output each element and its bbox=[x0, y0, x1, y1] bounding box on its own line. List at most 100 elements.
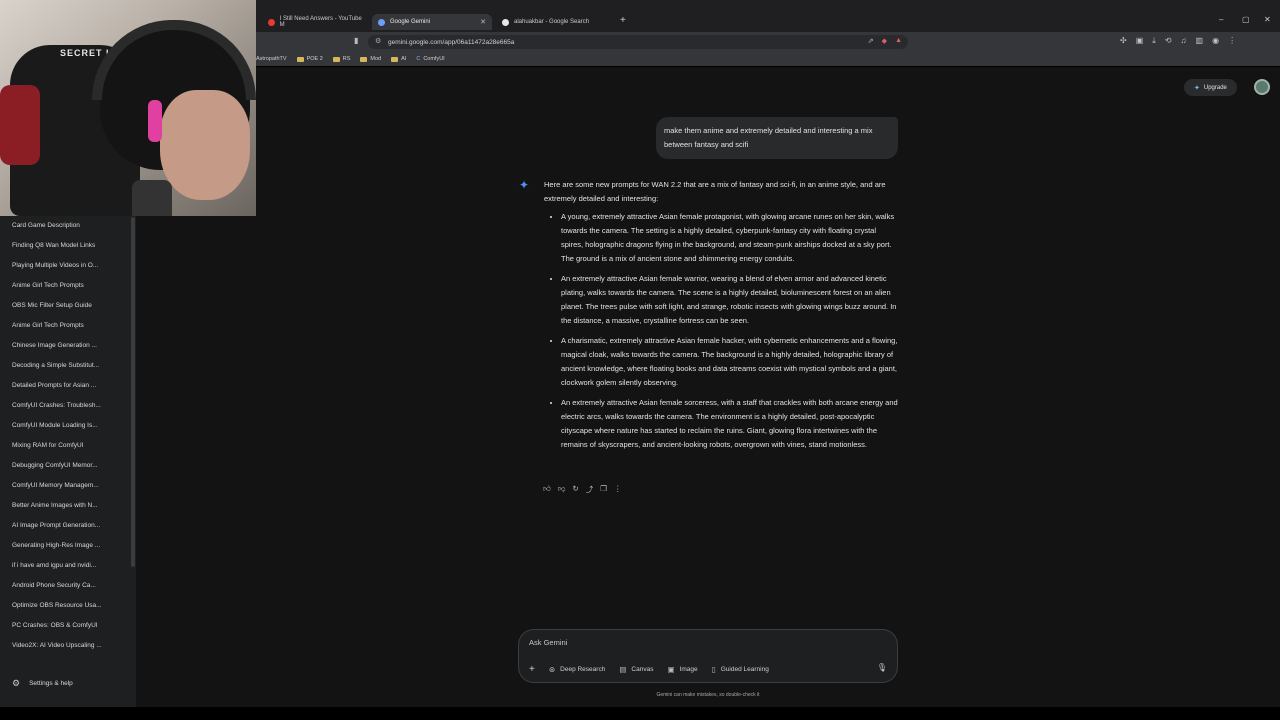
recent-chat-item[interactable]: Generating High-Res Image ... bbox=[12, 542, 102, 562]
gear-icon: ⚙ bbox=[12, 678, 21, 688]
sidebar-scrollbar[interactable] bbox=[131, 217, 135, 567]
media-icon[interactable]: ♫ bbox=[1181, 36, 1187, 46]
screenshot-icon[interactable]: ▣ bbox=[1136, 36, 1144, 46]
response-item: A charismatic, extremely attractive Asia… bbox=[561, 334, 900, 390]
recent-chat-item[interactable]: Decoding a Simple Substitut... bbox=[12, 362, 102, 382]
bookmark-comfyui[interactable]: C ComfyUI bbox=[416, 56, 444, 62]
bookmark-label: RS bbox=[342, 56, 351, 62]
bookmark-mod[interactable]: Mod bbox=[360, 56, 381, 62]
composer-tools: + ⊛ Deep Research ▤ Canvas ▣ Image ▯ Gui… bbox=[529, 664, 769, 675]
tab-youtube[interactable]: I Still Need Answers - YouTube M bbox=[262, 14, 370, 30]
alert-icon[interactable]: ▲ bbox=[895, 37, 902, 45]
recent-chat-item[interactable]: Mixing RAM for ComfyUI bbox=[12, 442, 102, 462]
recent-chat-item[interactable]: Video2X: AI Video Upscaling ... bbox=[12, 642, 102, 662]
bookmark-rs[interactable]: RS bbox=[332, 56, 351, 62]
recent-chat-item[interactable]: Debugging ComfyUI Memor... bbox=[12, 462, 102, 482]
settings-label: Settings & help bbox=[29, 680, 73, 687]
recent-chat-item[interactable]: Android Phone Security Ca... bbox=[12, 582, 102, 602]
prompt-composer: + ⊛ Deep Research ▤ Canvas ▣ Image ▯ Gui… bbox=[518, 629, 898, 683]
recent-chats-list: Card Game Description Finding Q8 Wan Mod… bbox=[12, 222, 102, 662]
gemini-icon bbox=[378, 18, 385, 26]
thumbs-down-icon[interactable]: 👎︎ bbox=[558, 484, 566, 495]
download-icon[interactable]: ⤓ bbox=[1152, 36, 1156, 46]
close-window-icon[interactable]: ✕ bbox=[1264, 15, 1271, 24]
tab-google-search[interactable]: alahuakbar - Google Search bbox=[496, 14, 616, 30]
recent-chat-item[interactable]: ComfyUI Memory Managem... bbox=[12, 482, 102, 502]
recent-chat-item[interactable]: Detailed Prompts for Asian ... bbox=[12, 382, 102, 402]
sparkle-icon: ✦ bbox=[1194, 84, 1200, 92]
share-icon[interactable]: ⤴ bbox=[586, 484, 594, 495]
regenerate-icon[interactable]: ↻ bbox=[572, 484, 578, 495]
bookmark-icon[interactable]: ▮ bbox=[354, 36, 358, 45]
folder-icon bbox=[360, 56, 368, 62]
site-info-icon[interactable]: ⚙ bbox=[375, 37, 381, 45]
tool-canvas[interactable]: ▤ Canvas bbox=[619, 665, 653, 674]
folder-icon bbox=[391, 56, 399, 62]
maximize-icon[interactable]: ▢ bbox=[1242, 15, 1250, 24]
upgrade-label: Upgrade bbox=[1203, 84, 1227, 91]
microphone-icon[interactable]: 🎙︎ bbox=[877, 663, 887, 672]
new-tab-button[interactable]: + bbox=[620, 15, 626, 26]
profile-icon[interactable]: ◉ bbox=[1212, 36, 1219, 46]
image-icon: ▣ bbox=[667, 665, 675, 674]
recent-chat-item[interactable]: Anime Girl Tech Prompts bbox=[12, 322, 102, 342]
thumbs-up-icon[interactable]: 👍︎ bbox=[543, 484, 551, 495]
microphone-stand bbox=[132, 180, 172, 216]
tool-image[interactable]: ▣ Image bbox=[667, 665, 697, 674]
bookmark-astropathtv[interactable]: AstropathTV bbox=[256, 56, 287, 62]
more-options-icon[interactable]: ⋮ bbox=[614, 484, 622, 495]
tab-gemini[interactable]: Google Gemini ✕ bbox=[372, 14, 492, 30]
recent-chat-item[interactable]: Playing Multiple Videos in O... bbox=[12, 262, 102, 282]
response-actions: 👍︎ 👎︎ ↻ ⤴ ❐ ⋮ bbox=[543, 484, 622, 495]
person-face bbox=[160, 90, 250, 200]
recent-chat-item[interactable]: if i have amd igpu and nvidi... bbox=[12, 562, 102, 582]
book-icon: ▯ bbox=[711, 665, 716, 674]
bookmark-label: AstropathTV bbox=[256, 56, 287, 62]
deep-research-icon: ⊛ bbox=[548, 665, 556, 674]
response-item: An extremely attractive Asian female war… bbox=[561, 272, 900, 328]
menu-icon[interactable]: ⋮ bbox=[1228, 36, 1236, 46]
add-attachment-icon[interactable]: + bbox=[529, 664, 535, 675]
extension-icons: ✣ ▣ ⤓ ⟲ ♫ ▥ ◉ ⋮ bbox=[1120, 36, 1236, 46]
puzzle-icon[interactable]: ✣ bbox=[1120, 36, 1127, 46]
recent-chat-item[interactable]: PC Crashes: OBS & ComfyUI bbox=[12, 622, 102, 642]
bookmark-ai[interactable]: AI bbox=[391, 56, 406, 62]
tool-guided-learning[interactable]: ▯ Guided Learning bbox=[712, 665, 769, 674]
headset-earcup bbox=[148, 100, 162, 142]
folder-icon bbox=[332, 56, 340, 62]
recent-chat-item[interactable]: Finding Q8 Wan Model Links bbox=[12, 242, 102, 262]
history-icon[interactable]: ⟲ bbox=[1165, 36, 1172, 46]
share-icon[interactable]: ⇗ bbox=[868, 37, 874, 45]
sidepanel-icon[interactable]: ▥ bbox=[1196, 36, 1204, 46]
response-item: A young, extremely attractive Asian fema… bbox=[561, 210, 900, 266]
recent-chat-item[interactable]: ComfyUI Module Loading Is... bbox=[12, 422, 102, 442]
bookmark-poe2[interactable]: POE 2 bbox=[296, 56, 323, 62]
comfyui-icon: C bbox=[416, 56, 421, 62]
minimize-icon[interactable]: – bbox=[1219, 15, 1223, 24]
disclaimer-text: Gemini can make mistakes, so double-chec… bbox=[656, 692, 760, 698]
recent-chat-item[interactable]: Better Anime Images with N... bbox=[12, 502, 102, 522]
bookmark-label: POE 2 bbox=[306, 56, 323, 62]
close-tab-icon[interactable]: ✕ bbox=[480, 18, 486, 26]
bookmark-label: ComfyUI bbox=[423, 56, 445, 62]
canvas-icon: ▤ bbox=[619, 665, 627, 674]
url-bar[interactable]: ⚙ gemini.google.com/app/06a11472a28e665a… bbox=[368, 35, 908, 49]
google-icon bbox=[502, 18, 509, 26]
recent-chat-item[interactable]: Chinese Image Generation ... bbox=[12, 342, 102, 362]
tool-deep-research[interactable]: ⊛ Deep Research bbox=[549, 665, 605, 674]
settings-help-button[interactable]: ⚙ Settings & help bbox=[12, 678, 73, 689]
prompt-input[interactable] bbox=[529, 638, 859, 647]
recent-chat-item[interactable]: OBS Mic Filter Setup Guide bbox=[12, 302, 102, 322]
copy-icon[interactable]: ❐ bbox=[600, 484, 607, 495]
chair-accent bbox=[0, 85, 40, 165]
headset bbox=[92, 20, 256, 100]
recent-chat-item[interactable]: AI Image Prompt Generation... bbox=[12, 522, 102, 542]
upgrade-button[interactable]: ✦ Upgrade bbox=[1184, 79, 1237, 96]
recent-chat-item[interactable]: Optimize OBS Resource Usa... bbox=[12, 602, 102, 622]
extension-shield-icon[interactable]: ◆ bbox=[882, 37, 887, 45]
account-avatar[interactable] bbox=[1254, 79, 1270, 95]
recent-chat-item[interactable]: Anime Girl Tech Prompts bbox=[12, 282, 102, 302]
recent-chat-item[interactable]: Card Game Description bbox=[12, 222, 102, 242]
recent-chat-item[interactable]: ComfyUI Crashes: Troublesh... bbox=[12, 402, 102, 422]
response-intro: Here are some new prompts for WAN 2.2 th… bbox=[544, 180, 886, 203]
